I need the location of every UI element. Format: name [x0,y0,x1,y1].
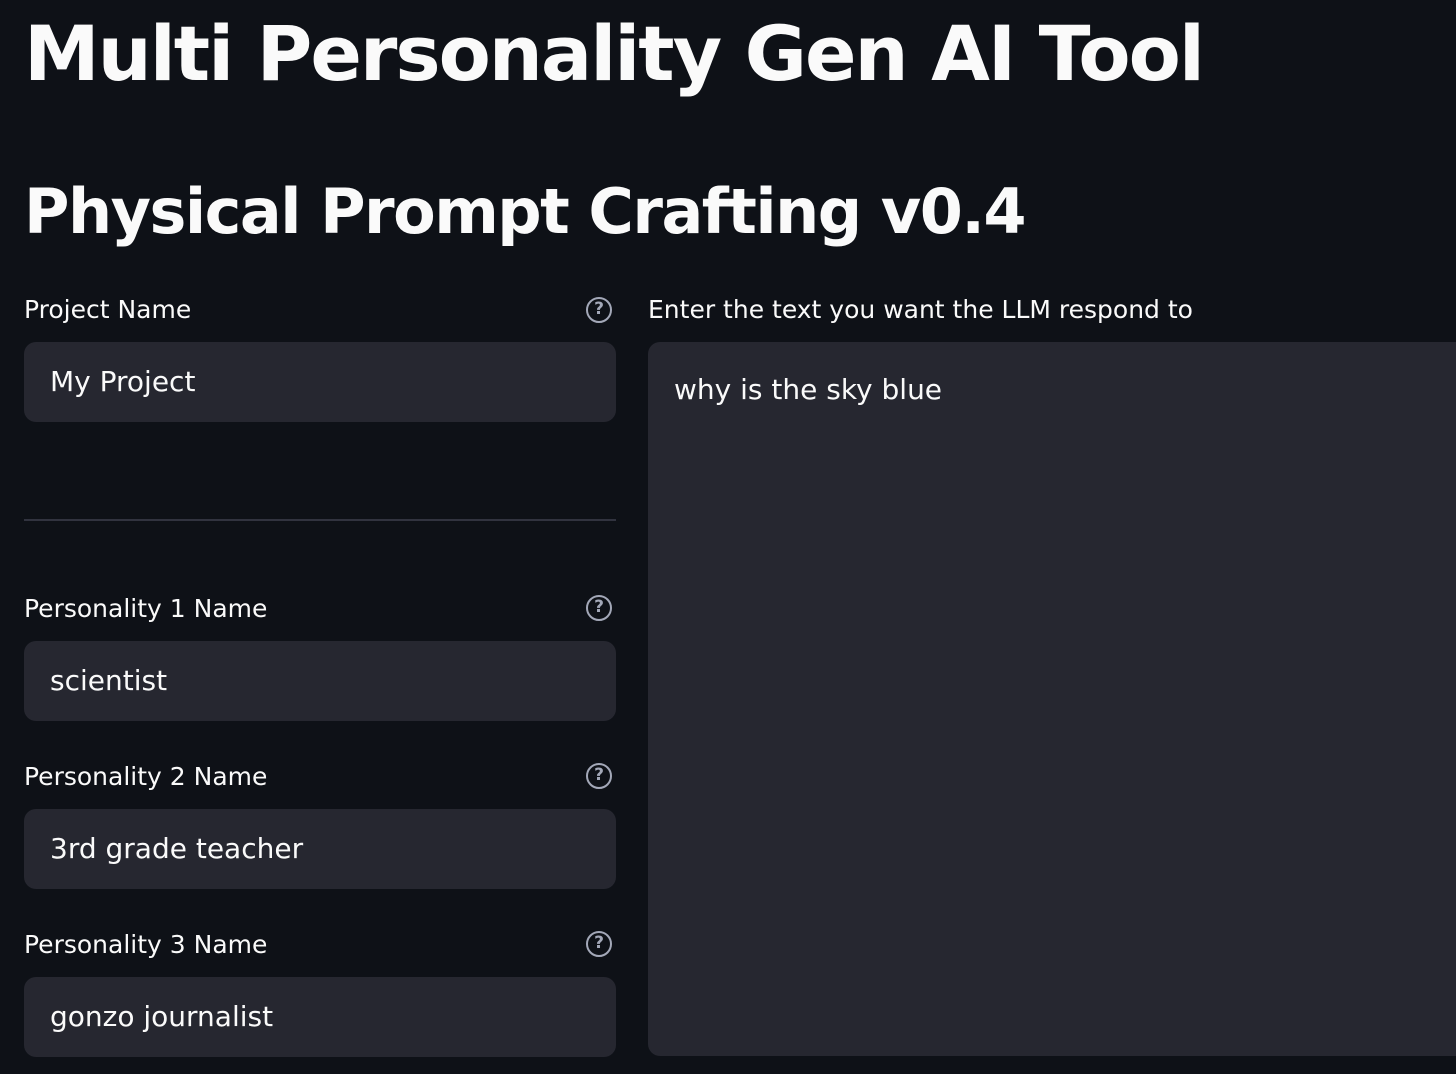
page-subtitle: Physical Prompt Crafting v0.4 [24,175,1027,248]
personality-3-label: Personality 3 Name [24,930,268,959]
personality-1-input[interactable]: scientist [24,641,616,721]
app-page: Multi Personality Gen AI Tool Physical P… [0,0,1456,1074]
project-name-label: Project Name [24,295,192,324]
personality-2-input[interactable]: 3rd grade teacher [24,809,616,889]
project-name-help-icon[interactable]: ? [586,297,612,323]
personality-2-label: Personality 2 Name [24,762,268,791]
project-name-input[interactable]: My Project [24,342,616,422]
page-title: Multi Personality Gen AI Tool [24,9,1205,98]
personality-1-label: Personality 1 Name [24,594,268,623]
personality-3-input[interactable]: gonzo journalist [24,977,616,1057]
personality-3-help-icon[interactable]: ? [586,931,612,957]
prompt-label: Enter the text you want the LLM respond … [648,295,1193,324]
personality-1-help-icon[interactable]: ? [586,595,612,621]
divider [24,519,616,521]
prompt-text: why is the sky blue [674,373,943,406]
personality-2-help-icon[interactable]: ? [586,763,612,789]
prompt-textarea[interactable]: why is the sky blue [648,342,1456,1056]
